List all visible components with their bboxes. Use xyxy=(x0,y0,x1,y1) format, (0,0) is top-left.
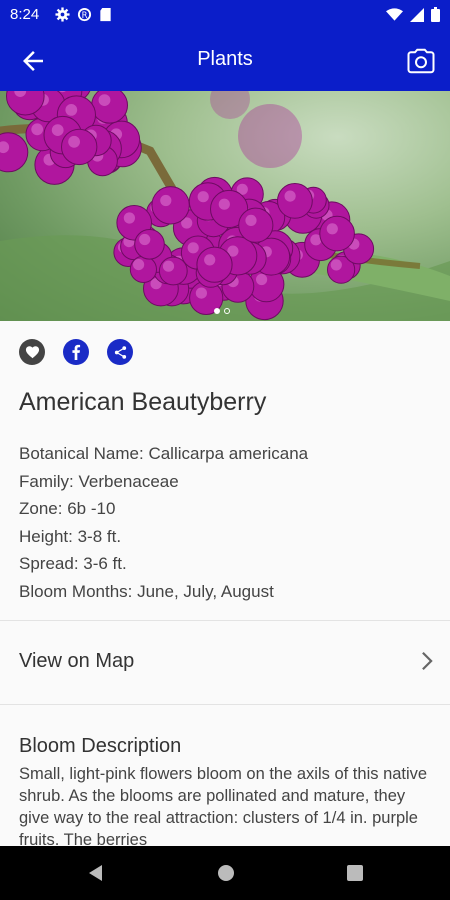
nav-home-icon[interactable] xyxy=(216,863,236,883)
detail-height: Height: 3-8 ft. xyxy=(19,526,122,546)
heart-icon xyxy=(25,346,39,359)
cell-signal-icon xyxy=(410,7,424,22)
favorite-button[interactable] xyxy=(19,339,45,365)
bloom-description-text: Small, light-pink flowers bloom on the a… xyxy=(19,765,428,849)
page-dot xyxy=(224,308,230,314)
battery-icon xyxy=(431,7,440,22)
app-bar-title: Plants xyxy=(197,48,253,70)
sd-card-icon xyxy=(100,7,111,22)
sync-icon: R xyxy=(77,7,92,22)
plant-photo[interactable] xyxy=(0,91,450,321)
detail-bloom-months: Bloom Months: June, July, August xyxy=(19,581,274,601)
plant-detail: American Beautyberry Botanical Name: Cal… xyxy=(0,321,450,849)
share-icon xyxy=(114,345,126,359)
page-dot xyxy=(214,308,220,314)
status-bar: 8:24 R xyxy=(0,0,450,30)
nav-back-icon[interactable] xyxy=(86,863,104,883)
gallery-page-indicator xyxy=(214,308,230,314)
view-on-map-label: View on Map xyxy=(19,650,135,672)
wifi-icon xyxy=(386,7,403,21)
bloom-description-title: Bloom Description xyxy=(19,735,182,757)
detail-zone: Zone: 6b -10 xyxy=(19,499,116,518)
detail-family: Family: Verbenaceae xyxy=(19,471,179,491)
camera-icon[interactable] xyxy=(406,46,436,76)
facebook-share-button[interactable] xyxy=(63,339,89,365)
settings-icon xyxy=(55,7,70,22)
nav-recents-icon[interactable] xyxy=(346,863,364,883)
system-navigation-bar xyxy=(0,846,450,900)
plant-details: Botanical Name: Callicarpa americana Fam… xyxy=(19,440,308,605)
detail-spread: Spread: 3-6 ft. xyxy=(19,554,127,573)
facebook-icon xyxy=(72,344,81,360)
detail-botanical-name: Botanical Name: Callicarpa americana xyxy=(19,444,309,463)
plant-name: American Beautyberry xyxy=(19,388,267,416)
chevron-right-icon xyxy=(422,651,433,671)
share-button[interactable] xyxy=(107,339,133,365)
status-time: 8:24 xyxy=(10,6,40,23)
svg-text:R: R xyxy=(82,10,88,20)
view-on-map-row[interactable]: View on Map xyxy=(0,621,450,704)
app-bar: Plants xyxy=(0,30,450,91)
divider xyxy=(0,704,450,705)
